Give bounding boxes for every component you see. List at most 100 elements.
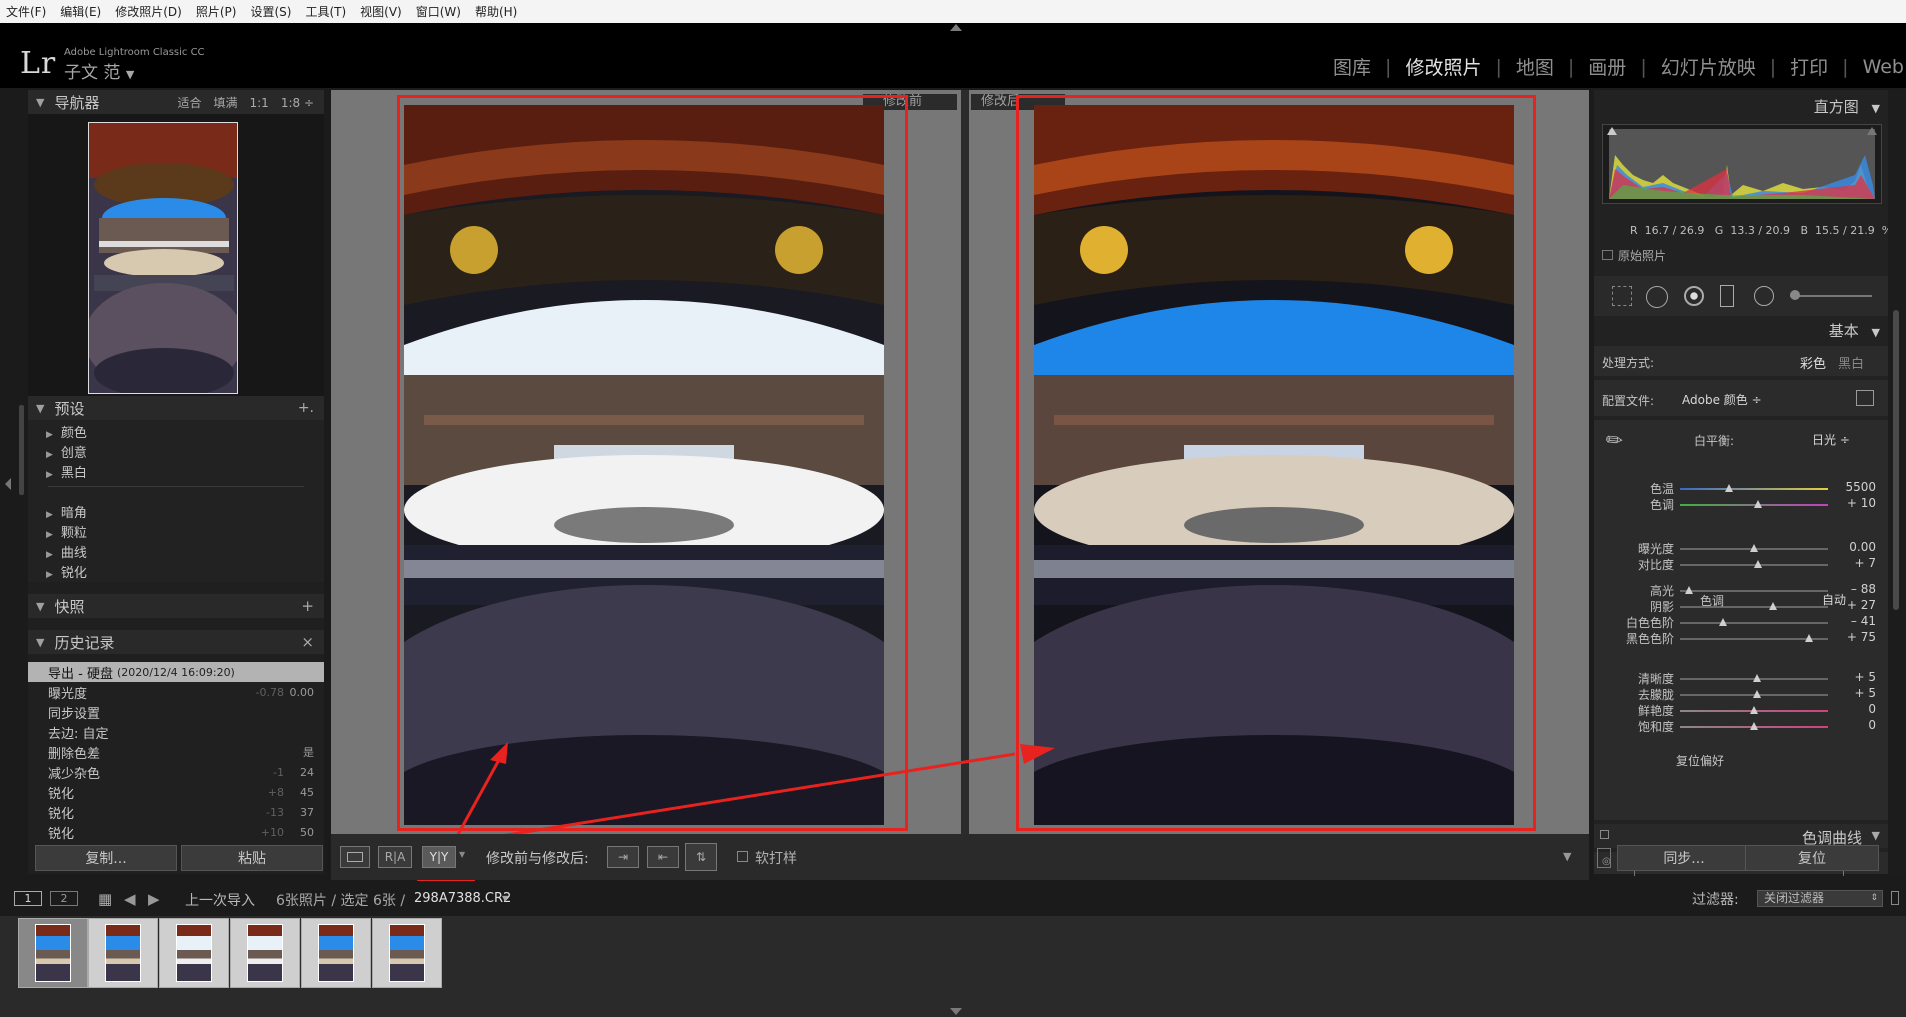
module-print[interactable]: 打印: [1776, 53, 1842, 80]
slider-value[interactable]: + 75: [1830, 630, 1876, 644]
original-photo-checkbox[interactable]: [1602, 250, 1613, 260]
slider-knob[interactable]: [1752, 674, 1761, 682]
panel-toggle-switch[interactable]: [1600, 830, 1609, 839]
filmstrip-thumbnail[interactable]: [159, 918, 229, 988]
slider-track[interactable]: [1680, 484, 1828, 492]
menu-view[interactable]: 视图(V): [360, 3, 402, 20]
slider-knob[interactable]: [1750, 706, 1758, 714]
menu-photo[interactable]: 照片(P): [196, 3, 237, 20]
slider-value[interactable]: + 5: [1830, 686, 1876, 700]
slider-value[interactable]: 0: [1830, 702, 1876, 716]
presets-header[interactable]: ▼ 预设 +.: [28, 396, 324, 420]
slider-knob[interactable]: [1724, 484, 1733, 492]
slider-value[interactable]: + 10: [1830, 496, 1876, 510]
navigator-thumbnail[interactable]: [88, 122, 238, 394]
slider-track[interactable]: [1680, 560, 1828, 568]
wb-dropdown[interactable]: 日光 ÷: [1812, 431, 1850, 448]
slider-value[interactable]: + 5: [1830, 670, 1876, 684]
history-row[interactable]: 锐化 +8 45: [28, 782, 324, 802]
filmstrip-thumbnail[interactable]: [301, 918, 371, 988]
back-arrow-icon[interactable]: ◀: [124, 890, 136, 908]
preset-folder[interactable]: ▶ 颗粒: [46, 522, 87, 541]
sync-button[interactable]: 同步...: [1617, 845, 1751, 871]
toolbar-menu-dropdown-icon[interactable]: ▼: [1563, 850, 1571, 863]
menu-develop[interactable]: 修改照片(D): [115, 3, 182, 20]
module-slideshow[interactable]: 幻灯片放映: [1647, 53, 1770, 80]
history-row[interactable]: 锐化 -13 37: [28, 802, 324, 822]
slider-value[interactable]: + 7: [1830, 556, 1876, 570]
slider-value[interactable]: 0.00: [1830, 540, 1876, 554]
view-dropdown-icon[interactable]: ▼: [459, 850, 465, 859]
filmstrip-thumbnail[interactable]: [230, 918, 300, 988]
slider-track[interactable]: [1680, 544, 1828, 552]
white-balance-eyedropper-icon[interactable]: ✎: [1600, 425, 1628, 454]
module-develop[interactable]: 修改照片: [1391, 53, 1495, 80]
history-row[interactable]: 曝光度 -0.78 0.00: [28, 682, 324, 702]
highlight-clipping-indicator[interactable]: [1867, 127, 1877, 135]
filter-lock-icon[interactable]: [1891, 891, 1899, 905]
profile-dropdown[interactable]: Adobe 颜色 ÷: [1682, 391, 1762, 408]
history-row[interactable]: 锐化 +10 50: [28, 822, 324, 842]
filename-dropdown-icon[interactable]: ▼: [502, 894, 508, 903]
module-library[interactable]: 图库: [1319, 53, 1385, 80]
copy-before-to-after-button[interactable]: ⇥: [607, 846, 639, 868]
preset-folder[interactable]: ▶ 暗角: [46, 502, 87, 521]
slider-knob[interactable]: [1750, 722, 1758, 730]
preset-folder[interactable]: ▶ 锐化: [46, 562, 87, 581]
reset-button[interactable]: 复位: [1745, 845, 1879, 871]
menu-tools[interactable]: 工具(T): [305, 3, 346, 20]
navigator-zoom-options[interactable]: 适合 填满 1:1 1:8 ÷: [178, 94, 315, 111]
slider-track[interactable]: [1680, 618, 1828, 626]
slider-value[interactable]: – 41: [1830, 614, 1876, 628]
history-row[interactable]: 同步设置: [28, 702, 324, 722]
clear-history-button[interactable]: ×: [301, 633, 314, 651]
history-row[interactable]: 减少杂色 -1 24: [28, 762, 324, 782]
slider-track[interactable]: [1680, 500, 1828, 508]
menu-edit[interactable]: 编辑(E): [60, 3, 101, 20]
spot-removal-icon[interactable]: [1646, 286, 1668, 308]
adjustment-brush-icon[interactable]: [1790, 290, 1800, 300]
main-window-button[interactable]: 1: [14, 891, 42, 906]
histogram-header[interactable]: 直方图 ▼: [1814, 96, 1880, 117]
filmstrip-thumbnail[interactable]: [18, 918, 88, 988]
slider-value[interactable]: 5500: [1830, 480, 1876, 494]
slider-track[interactable]: [1680, 634, 1828, 642]
add-preset-button[interactable]: +.: [298, 400, 314, 416]
filmstrip-thumbnail[interactable]: [88, 918, 158, 988]
red-eye-icon[interactable]: [1684, 286, 1704, 306]
histogram-chart[interactable]: [1602, 124, 1882, 204]
secondary-window-button[interactable]: 2: [50, 891, 78, 906]
slider-value[interactable]: 0: [1830, 718, 1876, 732]
slider-knob[interactable]: [1750, 544, 1758, 552]
graduated-filter-icon[interactable]: [1720, 285, 1734, 307]
source-label[interactable]: 上一次导入: [185, 890, 255, 910]
grid-view-icon[interactable]: ▦: [98, 890, 112, 908]
menu-help[interactable]: 帮助(H): [475, 3, 517, 20]
add-snapshot-button[interactable]: +: [301, 597, 314, 615]
treatment-bw-option[interactable]: 黑白: [1838, 353, 1864, 372]
preset-folder[interactable]: ▶ 曲线: [46, 542, 87, 561]
history-row-selected[interactable]: 导出 - 硬盘 (2020/12/4 16:09:20): [28, 662, 324, 682]
slider-knob[interactable]: [1718, 618, 1727, 626]
soft-proof-checkbox[interactable]: [737, 851, 748, 862]
copy-settings-button[interactable]: 复制...: [35, 845, 177, 871]
navigator-header[interactable]: ▼ 导航器 适合 填满 1:1 1:8 ÷: [28, 90, 324, 114]
filter-dropdown[interactable]: 关闭过滤器 ⇕: [1757, 890, 1883, 907]
auto-tone-button[interactable]: 自动: [1822, 591, 1846, 608]
copy-after-to-before-button[interactable]: ⇤: [647, 846, 679, 868]
slider-knob[interactable]: [1754, 560, 1763, 568]
collapse-top-panel-arrow[interactable]: [950, 24, 962, 31]
swap-before-after-button[interactable]: ⇅: [685, 843, 717, 871]
brush-size-slider[interactable]: [1790, 295, 1872, 297]
preset-folder[interactable]: ▶ 黑白: [46, 462, 87, 481]
slider-knob[interactable]: [1769, 602, 1778, 610]
module-book[interactable]: 画册: [1574, 53, 1640, 80]
collapse-filmstrip-arrow[interactable]: [950, 1008, 962, 1015]
user-name[interactable]: 子文 范 ▼: [64, 58, 134, 83]
shadow-clipping-indicator[interactable]: [1607, 127, 1617, 135]
menu-settings[interactable]: 设置(S): [250, 3, 291, 20]
loupe-view-button[interactable]: [340, 846, 370, 868]
collapse-left-panel-arrow[interactable]: [5, 478, 11, 490]
forward-arrow-icon[interactable]: ▶: [148, 890, 160, 908]
sync-toggle-switch[interactable]: [1597, 848, 1611, 868]
